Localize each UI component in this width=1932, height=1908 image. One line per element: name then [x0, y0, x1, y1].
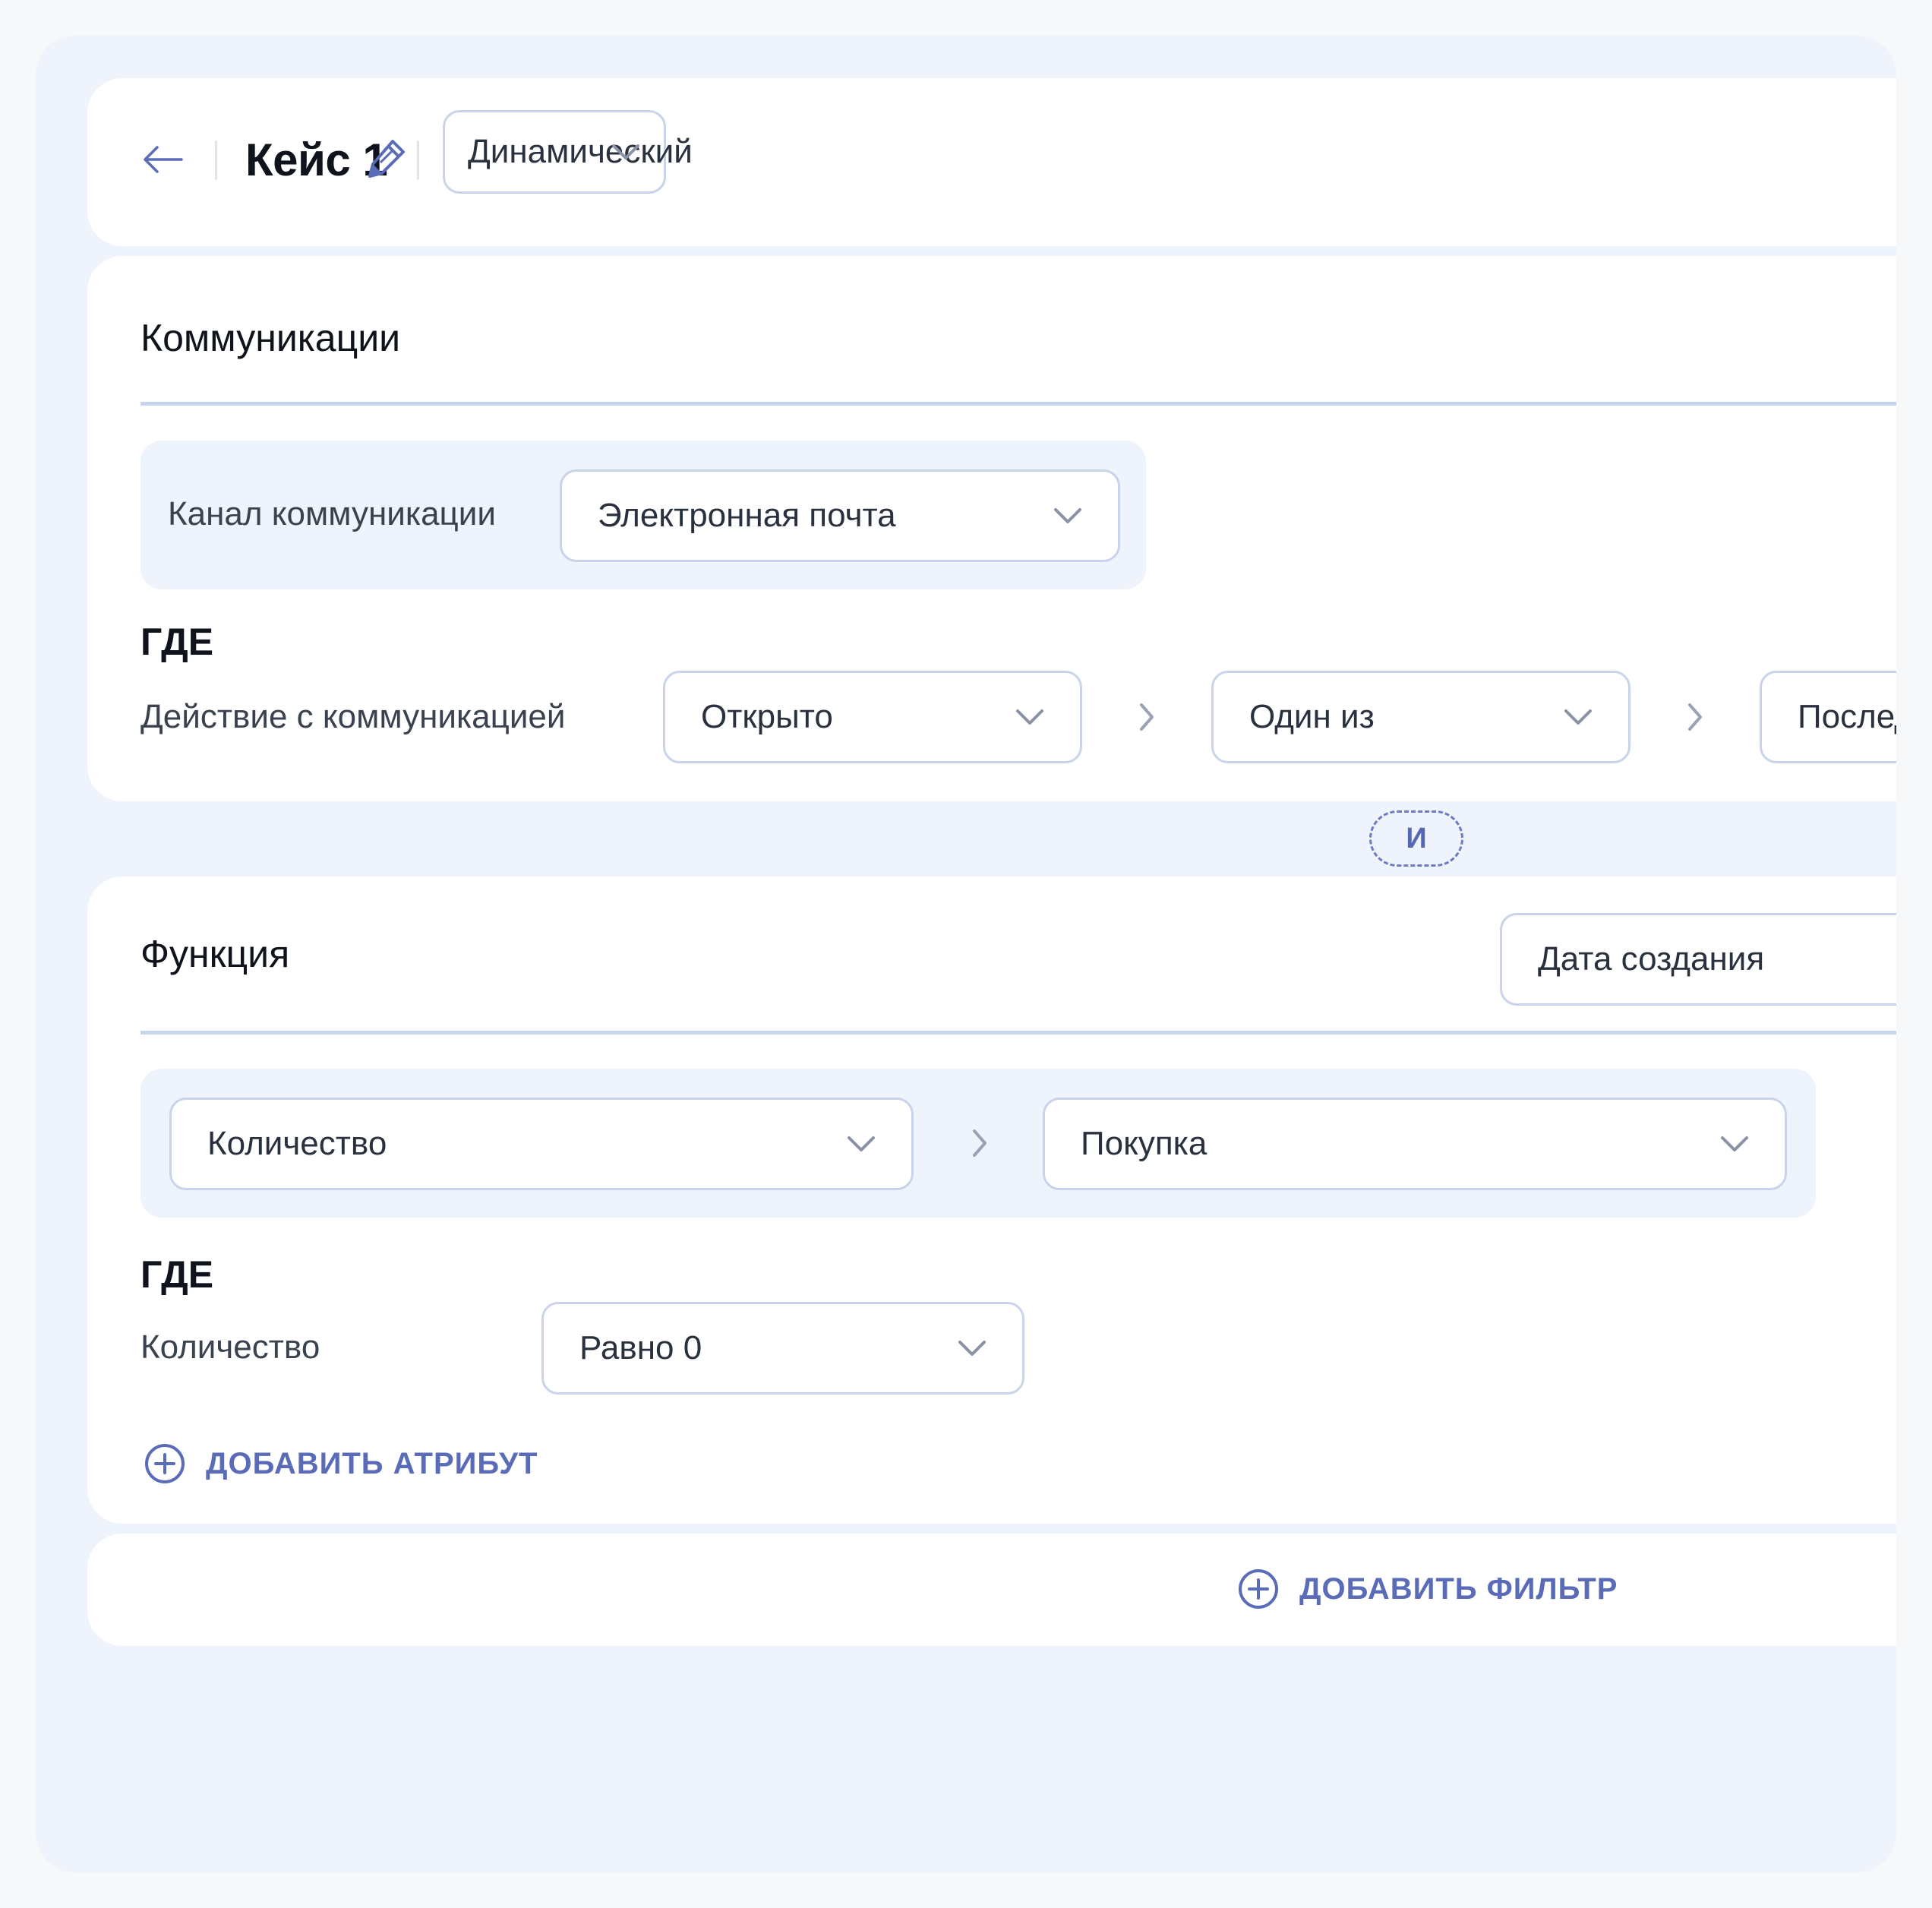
segment-type-value: Динамический: [468, 133, 693, 170]
operator-select[interactable]: Один из: [1211, 671, 1631, 763]
action-value: Открыто: [701, 698, 833, 735]
attribute-condition-select[interactable]: Равно 0: [541, 1302, 1024, 1395]
section-divider: [140, 1031, 1896, 1035]
date-field-select[interactable]: Дата создания: [1500, 913, 1896, 1006]
channel-select[interactable]: Электронная почта: [560, 469, 1120, 562]
and-connector[interactable]: И: [1369, 810, 1463, 867]
add-filter-label: ДОБАВИТЬ ФИЛЬТР: [1299, 1572, 1618, 1606]
chevron-down-icon: [1721, 1136, 1748, 1151]
add-attribute-button[interactable]: ДОБАВИТЬ АТРИБУТ: [144, 1442, 538, 1485]
workspace: Кейс 1 Динамический Коммуникации Канал к…: [36, 36, 1896, 1872]
chevron-down-icon: [848, 1136, 875, 1151]
chevron-right-icon: [973, 1129, 987, 1157]
function-card: Функция Дата создания Количество Покупка: [87, 877, 1896, 1524]
and-connector-label: И: [1406, 822, 1427, 854]
where-label: ГДЕ: [140, 621, 214, 663]
divider: [215, 141, 217, 180]
divider: [417, 141, 419, 180]
edit-title-button[interactable]: [362, 135, 409, 182]
chevron-down-icon: [958, 1341, 986, 1356]
section-title-communications: Коммуникации: [140, 317, 401, 359]
header-card: Кейс 1 Динамический: [87, 78, 1896, 246]
add-filter-card: ДОБАВИТЬ ФИЛЬТР: [87, 1534, 1896, 1646]
function-panel: Количество Покупка: [140, 1069, 1816, 1218]
chevron-down-icon: [1054, 508, 1081, 523]
pencil-icon: [368, 140, 405, 178]
chevron-right-icon: [1140, 703, 1154, 731]
action-label: Действие с коммуникацией: [140, 698, 566, 735]
app-frame: Кейс 1 Динамический Коммуникации Канал к…: [0, 0, 1932, 1908]
attribute-condition-value: Равно 0: [579, 1329, 702, 1366]
period-select[interactable]: Последн: [1760, 671, 1896, 763]
chevron-down-icon: [1016, 709, 1043, 725]
add-attribute-label: ДОБАВИТЬ АТРИБУТ: [206, 1446, 538, 1480]
date-field-value: Дата создания: [1538, 940, 1765, 978]
chevron-down-icon: [612, 144, 639, 160]
where-label: ГДЕ: [140, 1253, 214, 1296]
action-select[interactable]: Открыто: [663, 671, 1082, 763]
section-divider: [140, 402, 1896, 406]
channel-panel: Канал коммуникации Электронная почта: [140, 441, 1146, 589]
chevron-down-icon: [1564, 709, 1592, 725]
segment-type-select[interactable]: Динамический: [443, 110, 693, 194]
operator-value: Один из: [1249, 698, 1375, 735]
plus-circle-icon: [145, 1444, 185, 1483]
event-value: Покупка: [1081, 1125, 1208, 1162]
section-title-function: Функция: [140, 933, 290, 975]
add-filter-button[interactable]: ДОБАВИТЬ ФИЛЬТР: [1237, 1568, 1618, 1610]
arrow-left-icon: [144, 146, 183, 173]
aggregate-select[interactable]: Количество: [169, 1098, 914, 1190]
aggregate-value: Количество: [207, 1125, 387, 1162]
period-value: Последн: [1798, 698, 1896, 735]
channel-label: Канал коммуникации: [168, 495, 496, 532]
back-button[interactable]: [142, 143, 183, 176]
event-select[interactable]: Покупка: [1043, 1098, 1787, 1190]
chevron-right-icon: [1688, 703, 1702, 731]
channel-value: Электронная почта: [598, 497, 896, 534]
attribute-label: Количество: [140, 1328, 320, 1366]
plus-circle-icon: [1239, 1569, 1278, 1609]
communications-card: Коммуникации Канал коммуникации Электрон…: [87, 256, 1896, 801]
